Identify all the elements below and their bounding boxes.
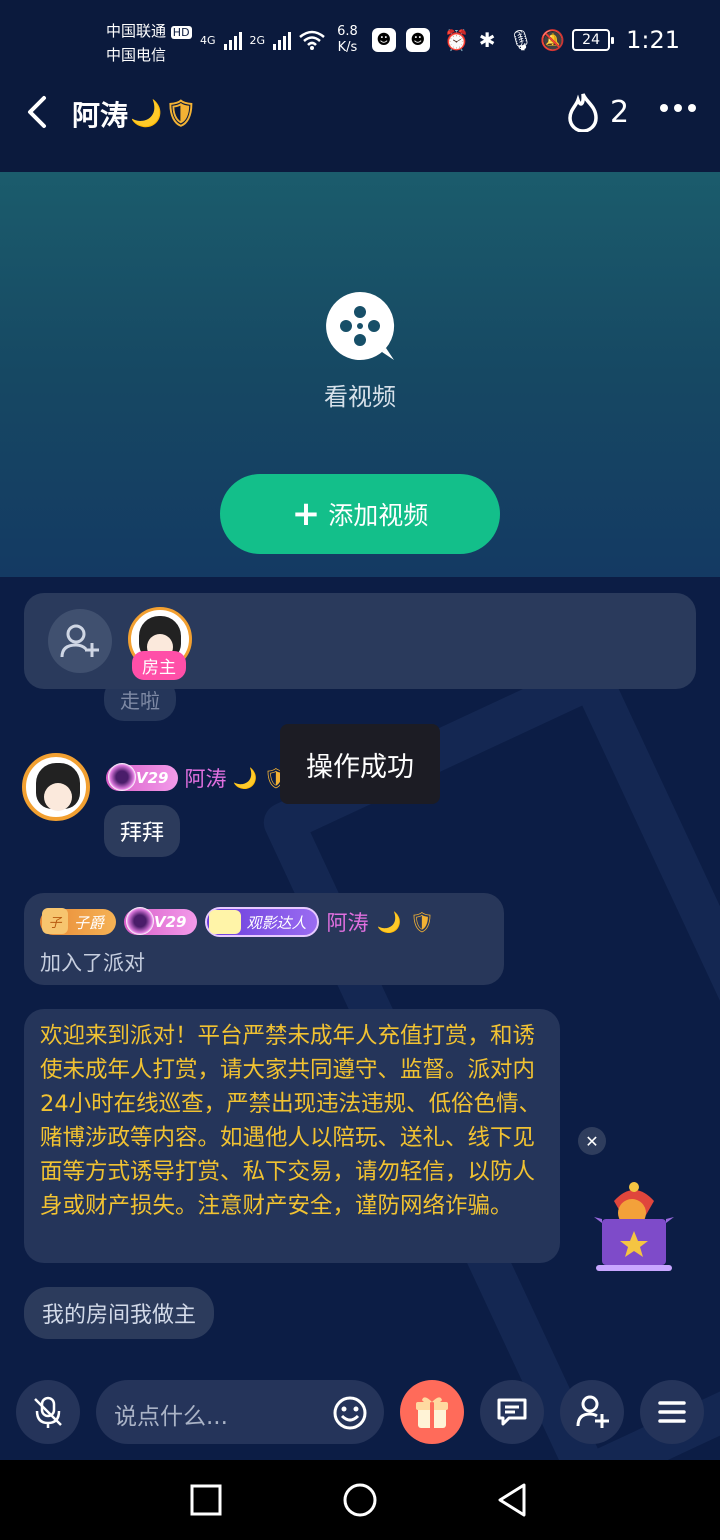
bluetooth-icon: ✱ <box>478 28 496 52</box>
signal-2-icon <box>273 30 292 50</box>
host-badge: 房主 <box>132 651 186 680</box>
mute-mic-button[interactable] <box>16 1380 80 1444</box>
plus-icon: + <box>291 494 321 534</box>
room-tag: 我的房间我做主 <box>24 1287 215 1339</box>
more-menu-button[interactable] <box>660 104 696 112</box>
bottom-toolbar: 说点什么... <box>0 1380 720 1460</box>
mute-bell-icon: 🔕 <box>540 28 565 52</box>
film-reel-icon <box>326 291 395 360</box>
close-icon[interactable]: ✕ <box>578 1127 606 1155</box>
avatar[interactable] <box>22 753 90 821</box>
platform-notice: 欢迎来到派对！平台严禁未成年人充值打赏，和诱使未成年人打赏，请大家共同遵守、监督… <box>24 1009 560 1263</box>
chat-input[interactable]: 说点什么... <box>96 1380 384 1444</box>
video-area: 看视频 + 添加视频 <box>0 172 720 577</box>
network-type-2: 2G <box>249 33 266 47</box>
invite-member-button[interactable] <box>48 609 112 673</box>
join-text: 加入了派对 <box>40 951 145 975</box>
mask-icon: ☻ <box>405 28 430 52</box>
join-notification: 子爵 V29 观影达人 阿涛 🌙 🛡 加入了派对 <box>24 893 504 985</box>
status-bar: 中国联通 HD 中国电信 4G 2G 6.8 K/s ☻ ☻ ⏰ ✱ 🎙 🔕 24… <box>0 0 720 80</box>
menu-button[interactable] <box>640 1380 704 1444</box>
add-video-label: 添加视频 <box>328 501 429 530</box>
status-right: ⏰ ✱ 🎙 🔕 24 1:21 <box>444 26 680 54</box>
chat-input-placeholder: 说点什么... <box>114 1404 228 1430</box>
popularity[interactable]: 2 <box>566 92 629 132</box>
rank-badge: 子爵 <box>40 908 117 935</box>
battery-icon: 24 <box>572 29 615 51</box>
members-bar: 房主 <box>24 593 696 689</box>
emoji-icon[interactable] <box>332 1395 368 1431</box>
mic-icon: 🎙 <box>508 28 534 52</box>
jester-gift-box-icon[interactable] <box>584 1181 684 1273</box>
home-icon[interactable] <box>342 1482 378 1518</box>
joined-user-name[interactable]: 阿涛 <box>327 907 369 937</box>
add-user-icon <box>576 1395 609 1428</box>
message-icon <box>497 1398 527 1426</box>
fire-icon <box>568 93 598 132</box>
hd-badge: HD <box>170 26 192 39</box>
wifi-icon <box>299 30 325 50</box>
message-bubble: 拜拜 <box>104 805 181 857</box>
room-header: 阿涛 🌙 🛡 2 <box>0 80 720 172</box>
network-type-1: 4G <box>200 33 216 47</box>
back-icon[interactable] <box>20 94 56 130</box>
carrier-info: 中国联通 HD 中国电信 <box>106 20 192 66</box>
gift-icon <box>416 1397 448 1428</box>
net-speed: 6.8 K/s <box>337 24 358 55</box>
mask-icon: ☻ <box>371 28 396 52</box>
alarm-icon: ⏰ <box>444 28 469 52</box>
network-icons: 4G 2G 6.8 K/s ☻ ☻ <box>200 24 430 56</box>
room-title: 阿涛 🌙 🛡 <box>72 94 197 134</box>
moon-icon: 🌙 <box>376 910 402 934</box>
gift-button[interactable] <box>400 1380 464 1444</box>
menu-icon <box>658 1401 686 1423</box>
moon-icon: 🌙 <box>130 99 163 129</box>
watch-video-label: 看视频 <box>324 383 396 411</box>
signal-1-icon <box>223 30 242 50</box>
add-video-button[interactable]: + 添加视频 <box>220 474 500 554</box>
sender-name[interactable]: 阿涛 <box>184 763 226 793</box>
level-badge: V29 <box>106 763 179 791</box>
carrier-2: 中国电信 <box>106 46 167 64</box>
fan-badge: 观影达人 <box>204 907 319 937</box>
chat-area[interactable]: 走啦 房主 V29 阿涛 🌙 🛡 拜拜 操作成功 子爵 V29 观影达人 阿涛 … <box>0 577 720 1460</box>
moon-icon: 🌙 <box>232 766 258 790</box>
mic-off-icon <box>34 1396 62 1428</box>
shield-icon: 🛡 <box>409 910 435 934</box>
level-badge: V29 <box>124 907 197 935</box>
popularity-count: 2 <box>610 94 630 130</box>
toast-message: 操作成功 <box>280 724 440 804</box>
shield-icon: 🛡 <box>164 99 198 129</box>
room-title-text: 阿涛 <box>72 99 129 132</box>
add-user-icon <box>60 624 99 658</box>
back-nav-icon[interactable] <box>496 1482 528 1518</box>
clock: 1:21 <box>626 26 680 54</box>
recent-apps-icon[interactable] <box>190 1484 222 1516</box>
message-sender: V29 阿涛 🌙 🛡 <box>106 763 289 793</box>
carrier-1: 中国联通 <box>106 22 167 40</box>
invite-user-button[interactable] <box>560 1380 624 1444</box>
messages-button[interactable] <box>480 1380 544 1444</box>
system-nav-bar <box>0 1460 720 1540</box>
